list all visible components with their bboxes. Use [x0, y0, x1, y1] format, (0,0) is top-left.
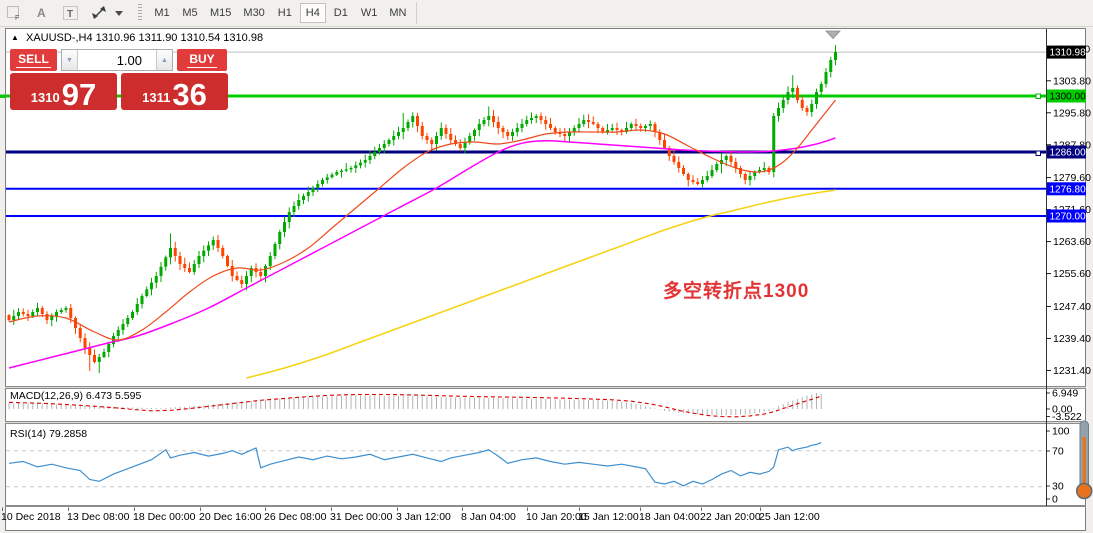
bid-price-small: 1310	[31, 91, 60, 104]
template-grid-button[interactable]: F	[2, 2, 26, 24]
volume-increase-button[interactable]: ▲	[156, 50, 172, 70]
buy-button-label: BUY	[187, 52, 216, 68]
timeframe-button-M1[interactable]: M1	[149, 3, 175, 23]
bid-price-panel[interactable]: 1310 97	[10, 73, 117, 110]
ask-price-big: 36	[172, 82, 206, 108]
arrow-objects-button[interactable]	[88, 2, 128, 24]
svg-text:T: T	[67, 9, 73, 20]
symbol-marker-icon: ▲	[11, 33, 19, 42]
timeframe-button-M15[interactable]: M15	[205, 3, 236, 23]
one-click-trading-panel: SELL ▼ 1.00 ▲ BUY 1310 97 1311 36	[10, 49, 228, 110]
timeframe-button-H1[interactable]: H1	[272, 3, 298, 23]
volume-decrease-button[interactable]: ▼	[62, 50, 78, 70]
chart-title-text: XAUUSD-,H4 1310.96 1311.90 1310.54 1310.…	[26, 32, 263, 44]
svg-text:F: F	[15, 15, 19, 22]
arrow-style-icon	[91, 4, 125, 22]
sell-button-label: SELL	[16, 52, 51, 68]
text-tool-button[interactable]: T	[58, 2, 84, 24]
ask-price-small: 1311	[142, 91, 170, 104]
chart-annotation-text: 多空转折点1300	[663, 276, 809, 303]
timeframe-button-W1[interactable]: W1	[356, 3, 383, 23]
rsi-indicator-label: RSI(14) 79.2858	[10, 428, 87, 440]
chart-title: ▲ XAUUSD-,H4 1310.96 1311.90 1310.54 131…	[11, 32, 263, 44]
letter-a-icon: A	[33, 4, 51, 22]
timeframe-toolbar: M1M5M15M30H1H4D1W1MN	[148, 3, 412, 23]
timeframe-button-M5[interactable]: M5	[177, 3, 203, 23]
toolbar-drag-handle[interactable]	[138, 4, 142, 22]
dropdown-caret-icon	[115, 11, 123, 16]
volume-control: ▼ 1.00 ▲	[61, 49, 173, 71]
mt4-application: { "toolbar": { "timeframes": ["M1","M5",…	[0, 0, 1093, 533]
timeframe-button-MN[interactable]: MN	[384, 3, 411, 23]
text-box-icon: T	[61, 4, 81, 22]
volume-input[interactable]: 1.00	[78, 50, 156, 70]
ask-price-panel[interactable]: 1311 36	[121, 73, 228, 110]
bid-price-big: 97	[62, 82, 96, 108]
svg-text:A: A	[37, 6, 46, 20]
timeframe-button-D1[interactable]: D1	[328, 3, 354, 23]
sell-button[interactable]: SELL	[10, 49, 57, 71]
trade-controls-row: SELL ▼ 1.00 ▲ BUY	[10, 49, 228, 71]
buy-button[interactable]: BUY	[177, 49, 227, 71]
toolbar-separator	[416, 2, 417, 24]
grid-f-icon: F	[5, 4, 23, 22]
trade-prices-row: 1310 97 1311 36	[10, 73, 228, 110]
toolbar: F A T M1M5M15M30H1H4D1W1MN	[0, 0, 1093, 27]
label-tool-button[interactable]: A	[30, 2, 54, 24]
macd-indicator-label: MACD(12,26,9) 6.473 5.595	[10, 390, 141, 402]
timeframe-button-H4[interactable]: H4	[300, 3, 326, 23]
timeframe-button-M30[interactable]: M30	[238, 3, 269, 23]
